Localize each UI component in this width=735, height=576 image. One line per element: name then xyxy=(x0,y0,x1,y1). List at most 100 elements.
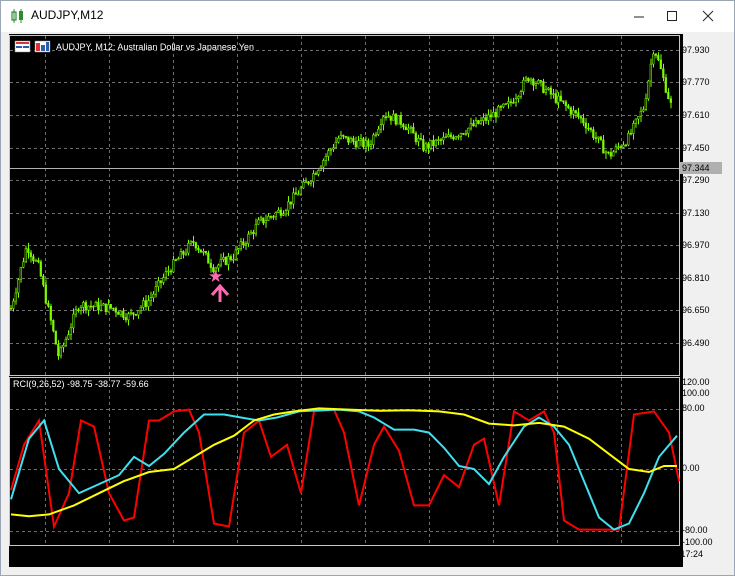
time-tick-label: 13 Jan 12:36 xyxy=(75,549,128,559)
candle-body xyxy=(627,132,630,146)
candle-body xyxy=(124,317,127,321)
candle-body xyxy=(489,114,492,118)
chart-symbol-label: AUDJPY, M12: Australian Dollar vs Japane… xyxy=(56,42,254,52)
minimize-icon xyxy=(634,16,644,18)
time-tick-label: 13 Jan 15:48 xyxy=(139,549,192,559)
candle-body xyxy=(559,95,562,101)
candle-body xyxy=(297,193,300,196)
terminal-window: AUDJPY,M12 AUDJPY, M12: Australian Dolla… xyxy=(0,0,735,576)
candle-body xyxy=(577,112,580,117)
candle-body xyxy=(464,133,467,135)
candle-body xyxy=(304,181,307,184)
minimize-button[interactable] xyxy=(624,5,654,27)
maximize-button[interactable] xyxy=(657,5,687,27)
candle-body xyxy=(657,55,660,61)
candle-body xyxy=(239,241,242,250)
candle-body xyxy=(569,107,572,115)
window-title: AUDJPY,M12 xyxy=(31,8,104,22)
time-tick-label: 13 Jan 2025 xyxy=(11,549,61,559)
candle-body xyxy=(99,304,102,311)
time-axis: 13 Jan 2025 13 Jan 12:36 13 Jan 15:48 13 Ja… xyxy=(9,549,703,563)
time-tick-label: 13 Jan 19:00 xyxy=(203,549,256,559)
candle-body xyxy=(147,300,150,307)
candle-body xyxy=(17,279,20,294)
candle-body xyxy=(234,249,237,260)
candle-body xyxy=(377,128,380,135)
candle-body xyxy=(67,334,70,340)
candle-body xyxy=(279,209,282,216)
chart-area[interactable]: AUDJPY, M12: Australian Dollar vs Japane… xyxy=(9,34,722,567)
candle-body xyxy=(372,134,375,145)
candle-body xyxy=(342,134,345,137)
candle-body xyxy=(287,201,290,211)
one-click-trading-icon[interactable] xyxy=(14,40,31,53)
candle-body xyxy=(639,110,642,117)
candle-body xyxy=(34,260,37,262)
time-tick-label: 14 Jan 04:36 xyxy=(395,549,448,559)
candle-body xyxy=(549,87,552,95)
indicator-tick-label: 0.00 xyxy=(682,463,700,473)
candle-body xyxy=(202,251,205,253)
candle-body xyxy=(169,270,172,273)
candle-body xyxy=(64,338,67,346)
candle-body xyxy=(174,259,177,261)
candle-body xyxy=(39,261,42,277)
candle-body xyxy=(152,293,155,298)
candle-body xyxy=(364,140,367,148)
candle-body xyxy=(82,302,85,308)
candle-body xyxy=(662,68,665,78)
candle-body xyxy=(389,116,392,121)
candle-body xyxy=(322,160,325,168)
candle-body xyxy=(29,252,32,257)
depth-of-market-icon[interactable] xyxy=(34,40,51,53)
candle-body xyxy=(599,136,602,141)
candle-body xyxy=(387,116,390,118)
candle-body xyxy=(269,216,272,218)
candle-body xyxy=(79,307,82,311)
candle-body xyxy=(444,136,447,139)
candle-body xyxy=(394,113,397,125)
candle-body xyxy=(357,140,360,148)
candle-body xyxy=(427,143,430,149)
candle-body xyxy=(494,111,497,118)
candle-body xyxy=(659,59,662,70)
time-tick-label: 14 Jan 07:48 xyxy=(459,549,512,559)
candle-body xyxy=(432,139,435,146)
candle-body xyxy=(472,123,475,127)
candle-body xyxy=(97,301,100,311)
candle-body xyxy=(182,251,185,255)
candle-body xyxy=(434,139,437,146)
candle-body xyxy=(119,310,122,315)
candle-body xyxy=(194,242,197,249)
candle-body xyxy=(77,309,80,312)
candle-body xyxy=(274,212,277,217)
candle-body xyxy=(314,173,317,175)
candle-body xyxy=(382,116,385,125)
price-tick-label: 97.130 xyxy=(682,208,710,218)
candle-body xyxy=(537,80,540,84)
candle-body xyxy=(637,116,640,120)
close-button[interactable] xyxy=(693,5,723,27)
candle-body xyxy=(264,220,267,224)
candle-body xyxy=(27,248,30,253)
candle-body xyxy=(524,77,527,81)
candle-body xyxy=(74,309,77,315)
candle-body xyxy=(89,305,92,308)
title-bar[interactable]: AUDJPY,M12 xyxy=(1,1,734,32)
candle-body xyxy=(667,92,670,100)
candle-body xyxy=(554,93,557,103)
candle-body xyxy=(347,136,350,143)
price-tick-label: 97.290 xyxy=(682,175,710,185)
candle-body xyxy=(157,280,160,287)
candle-body xyxy=(339,134,342,139)
candle-body xyxy=(354,141,357,148)
candle-body xyxy=(324,156,327,161)
candle-body xyxy=(397,115,400,125)
price-chart-svg[interactable]: AUDJPY, M12: Australian Dollar vs Japane… xyxy=(9,34,683,567)
rci-lines xyxy=(10,407,680,531)
candle-body xyxy=(419,138,422,140)
candle-body xyxy=(619,146,622,148)
candle-body xyxy=(104,303,107,312)
candle-body xyxy=(404,126,407,131)
candle-body xyxy=(22,261,25,268)
